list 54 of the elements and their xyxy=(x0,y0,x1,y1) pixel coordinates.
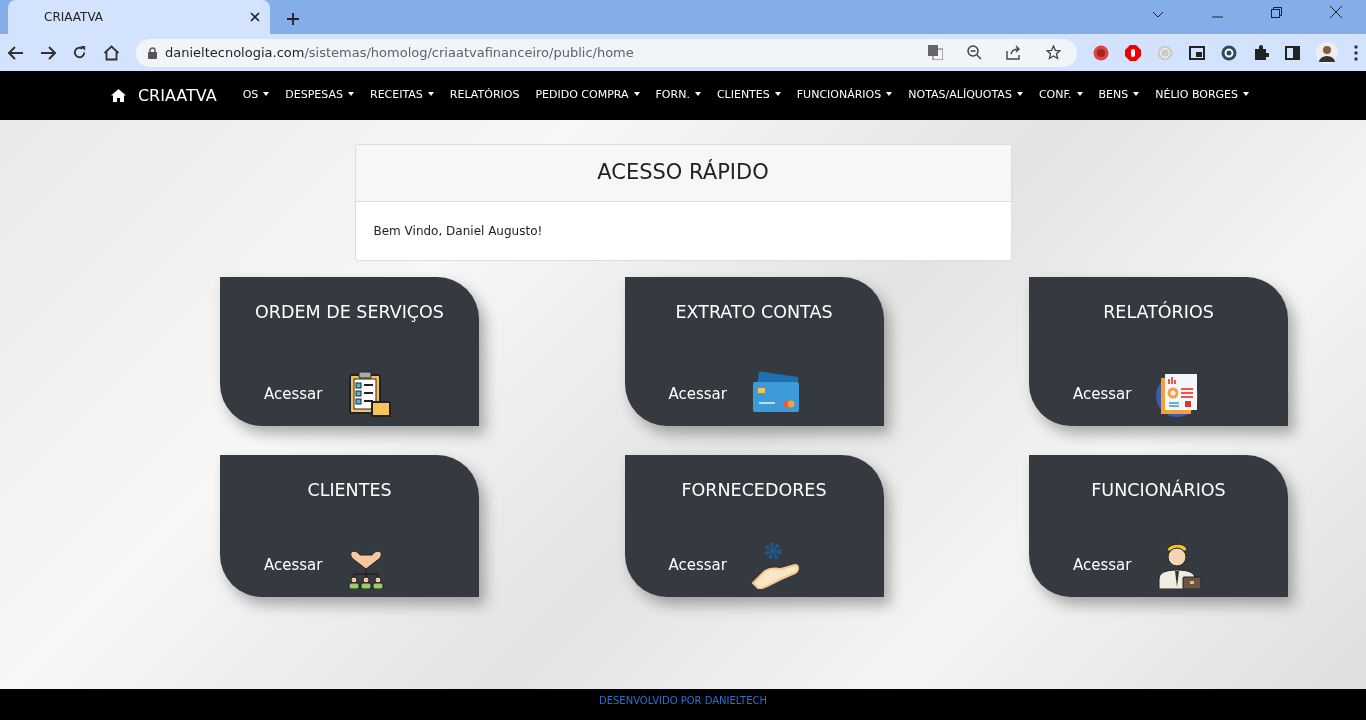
tab-title[interactable]: CRIAATVA xyxy=(44,8,104,26)
tile-title: RELATÓRIOS xyxy=(1102,300,1215,324)
more-icon[interactable] xyxy=(1354,44,1358,61)
home-icon[interactable] xyxy=(103,44,120,61)
chevron-down-icon[interactable] xyxy=(1152,11,1164,18)
nav-dropdown[interactable]: DESPESAS xyxy=(279,87,360,104)
access-link[interactable]: Acessar xyxy=(1073,553,1132,577)
side-panel-icon[interactable] xyxy=(1285,45,1300,60)
nav-dropdown[interactable]: FUNCIONÁRIOS xyxy=(790,87,899,104)
tile-title: FORNECEDORES xyxy=(680,479,828,502)
gear-hand-icon xyxy=(750,541,799,589)
nav-dropdown[interactable]: RECEITAS xyxy=(364,87,440,104)
close-icon[interactable] xyxy=(1330,6,1342,18)
nav-dropdown[interactable]: FORN. xyxy=(649,87,707,104)
access-link[interactable]: Acessar xyxy=(668,382,727,406)
nav-dropdown[interactable]: BENS xyxy=(1092,87,1146,104)
footer-text: DESENVOLVIDO POR DANIELTECH xyxy=(599,694,767,708)
nav-dropdown[interactable]: CONF. xyxy=(1032,87,1089,104)
nav-dropdown[interactable]: NÉLIO BORGES xyxy=(1149,87,1256,104)
access-link[interactable]: Acessar xyxy=(264,382,323,406)
plus-icon[interactable] xyxy=(286,12,300,26)
access-link[interactable]: Acessar xyxy=(1073,382,1132,406)
businessman-icon xyxy=(1155,541,1204,589)
tile-title: CLIENTES xyxy=(306,479,393,502)
avatar-icon[interactable] xyxy=(1316,41,1338,64)
nav-dropdown[interactable]: CLIENTES xyxy=(710,87,787,104)
picture-in-picture-icon[interactable] xyxy=(1189,45,1205,60)
address-bar[interactable]: danieltecnologia.com/sistemas/homolog/criaatvafinanceiro/public/home xyxy=(136,38,1077,67)
restore-icon[interactable] xyxy=(1271,7,1282,18)
brand-link[interactable]: CRIAATVA xyxy=(137,83,217,108)
welcome-text: Bem Vindo, Daniel Augusto! xyxy=(373,224,543,238)
access-link[interactable]: Acessar xyxy=(668,553,727,577)
tile-title: ORDEM DE SERVIÇOS xyxy=(254,301,445,324)
tile-title: FUNCIONÁRIOS xyxy=(1090,478,1227,502)
nav-dropdown[interactable]: PEDIDO COMPRA xyxy=(529,87,646,104)
card-title: ACESSO RÁPIDO xyxy=(597,158,769,187)
close-icon[interactable] xyxy=(250,12,260,22)
back-icon[interactable] xyxy=(8,45,24,60)
nav-dropdown[interactable]: OS xyxy=(236,87,276,104)
lock-icon xyxy=(148,46,157,59)
nav-dropdown[interactable]: NOTAS/ALÍQUOTAS xyxy=(902,87,1029,104)
url-host: danieltecnologia.com xyxy=(165,44,305,60)
puzzle-icon[interactable] xyxy=(1253,44,1269,61)
zoom-out-icon[interactable] xyxy=(967,45,982,60)
nav-link[interactable]: RELATÓRIOS xyxy=(443,87,526,104)
home-icon[interactable] xyxy=(110,89,126,102)
stop-hand-icon[interactable] xyxy=(1125,44,1141,61)
tile-title: EXTRATO CONTAS xyxy=(674,301,834,324)
url-path: /sistemas/homolog/criaatvafinanceiro/public/home xyxy=(304,44,634,60)
access-link[interactable]: Acessar xyxy=(264,553,323,577)
forward-icon[interactable] xyxy=(40,45,56,60)
reload-icon[interactable] xyxy=(72,45,87,60)
share-icon[interactable] xyxy=(1006,45,1022,60)
star-icon[interactable] xyxy=(1046,45,1061,60)
